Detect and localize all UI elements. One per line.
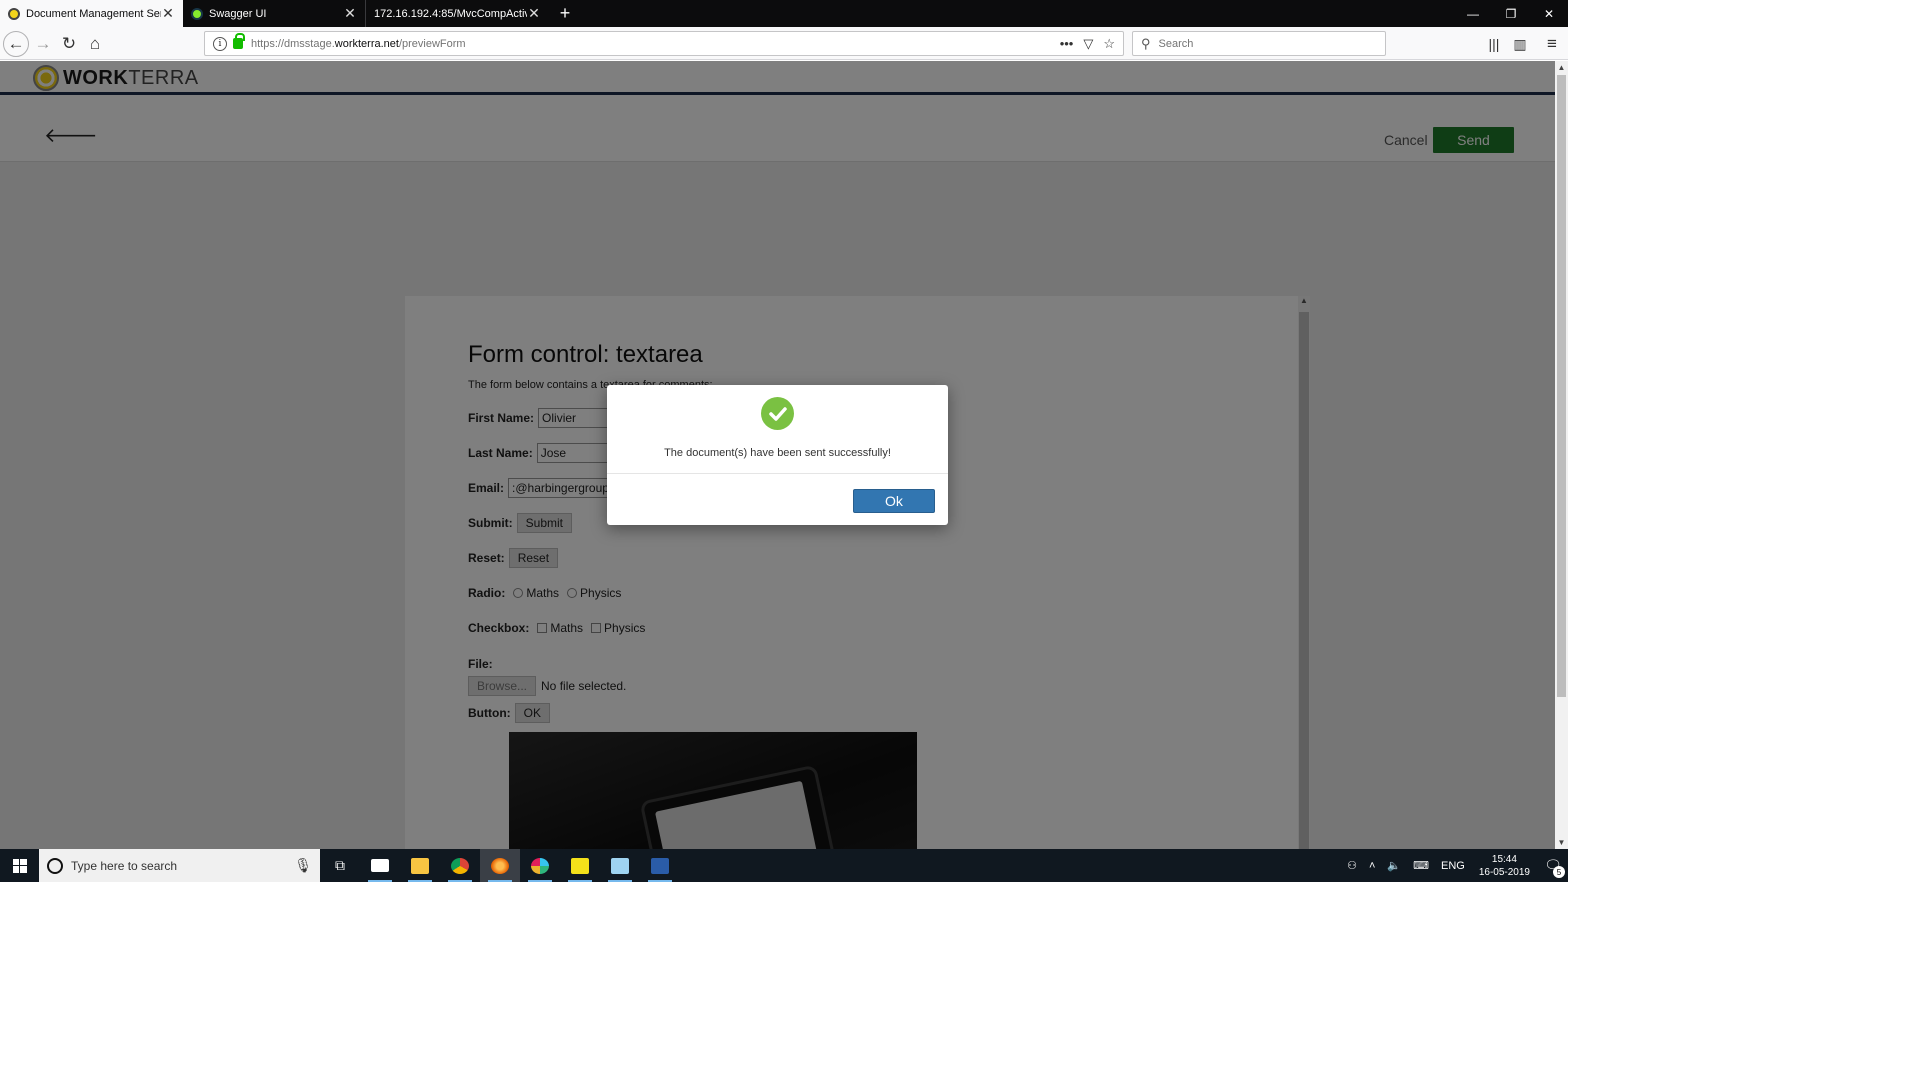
page-scrollbar[interactable]: ▲ ▼ (1555, 61, 1568, 849)
reload-icon[interactable]: ↻ (56, 31, 82, 57)
success-dialog: The document(s) have been sent successfu… (607, 385, 948, 525)
start-button[interactable] (0, 849, 39, 882)
address-bar[interactable]: i https://dmsstage.workterra.net/preview… (204, 31, 1124, 56)
chrome-icon[interactable] (440, 849, 480, 882)
url-path: /previewForm (398, 37, 466, 50)
close-tab-icon[interactable]: ✕ (343, 5, 357, 22)
close-window-button[interactable]: ✕ (1529, 0, 1569, 27)
mail-app-icon[interactable] (360, 849, 400, 882)
site-info-icon[interactable]: i (213, 36, 227, 51)
system-tray: ⚇ ˄ 🔈 ⌨ ENG 15:44 16-05-2019 🗨 5 (1341, 849, 1568, 882)
dialog-ok-button[interactable]: Ok (853, 489, 935, 513)
task-view-icon[interactable]: ⧉ (320, 849, 360, 882)
forward-icon[interactable]: → (30, 31, 56, 57)
swagger-favicon-icon (191, 7, 203, 20)
file-explorer-icon[interactable] (400, 849, 440, 882)
url-domain: workterra.net (334, 37, 399, 50)
tab-swagger-ui[interactable]: Swagger UI ✕ (183, 0, 366, 27)
navigation-toolbar: ← → ↻ ⌂ i https://dmsstage.workterra.net… (0, 27, 1568, 60)
people-icon[interactable]: ⚇ (1341, 859, 1363, 872)
tab-document-management[interactable]: Document Management Servic ✕ (0, 0, 183, 27)
bookmark-star-icon[interactable]: ☆ (1103, 36, 1115, 52)
language-indicator[interactable]: ENG (1435, 860, 1471, 872)
page-scroll-thumb[interactable] (1557, 75, 1566, 697)
notepad-app-icon[interactable] (600, 849, 640, 882)
close-tab-icon[interactable]: ✕ (527, 5, 541, 22)
taskbar-search-placeholder: Type here to search (71, 858, 178, 873)
new-tab-button[interactable]: + (555, 3, 575, 24)
workterra-favicon-icon (8, 7, 20, 20)
url-text: https://dmsstage.workterra.net/previewFo… (251, 38, 1050, 50)
restore-window-button[interactable]: ❐ (1491, 0, 1531, 27)
firefox-icon[interactable] (480, 849, 520, 882)
success-message: The document(s) have been sent successfu… (664, 447, 891, 459)
microphone-icon[interactable]: 🎙 (294, 857, 312, 874)
tab-title: 172.16.192.4:85/MvcCompActivatel (374, 7, 527, 20)
minimize-window-button[interactable]: — (1453, 0, 1493, 27)
windows-taskbar: Type here to search 🎙 ⧉ ⚇ ˄ 🔈 ⌨ ENG 15:4… (0, 849, 1568, 882)
home-icon[interactable]: ⌂ (82, 31, 108, 57)
visual-studio-icon[interactable] (640, 849, 680, 882)
keyboard-icon[interactable]: ⌨ (1407, 859, 1435, 872)
clock-date: 16-05-2019 (1478, 866, 1530, 878)
browser-tab-strip: Document Management Servic ✕ Swagger UI … (0, 0, 1568, 27)
menu-icon[interactable]: ≡ (1539, 31, 1565, 57)
slack-icon[interactable] (520, 849, 560, 882)
scroll-down-icon[interactable]: ▼ (1555, 838, 1568, 847)
pocket-icon[interactable]: ▽ (1083, 36, 1093, 52)
sticky-notes-icon[interactable] (560, 849, 600, 882)
secure-lock-icon (233, 33, 245, 49)
notification-count-badge: 5 (1553, 866, 1565, 878)
cortana-icon (47, 857, 63, 874)
action-center-icon[interactable]: 🗨 5 (1538, 849, 1568, 882)
tray-overflow-icon[interactable]: ˄ (1363, 860, 1381, 872)
library-icon[interactable]: ||| (1481, 31, 1507, 57)
sidebar-icon[interactable]: ▥ (1507, 31, 1533, 57)
search-icon: ⚲ (1141, 35, 1151, 51)
taskbar-search-box[interactable]: Type here to search 🎙 (39, 849, 320, 882)
page-actions-icon[interactable]: ••• (1060, 36, 1074, 51)
tab-title: Swagger UI (209, 7, 267, 20)
url-prefix: https://dmsstage. (251, 37, 335, 50)
volume-icon[interactable]: 🔈 (1381, 859, 1407, 872)
clock-time: 15:44 (1491, 853, 1517, 865)
dialog-divider (607, 473, 948, 474)
browser-search-bar[interactable]: ⚲ Search (1132, 31, 1386, 56)
success-check-icon (761, 397, 794, 430)
scroll-up-icon[interactable]: ▲ (1555, 63, 1568, 72)
back-icon[interactable]: ← (3, 31, 29, 57)
tab-title: Document Management Servic (26, 7, 161, 20)
windows-logo-icon (12, 858, 27, 873)
tab-mvc-comp[interactable]: 172.16.192.4:85/MvcCompActivatel ✕ (366, 0, 549, 27)
close-tab-icon[interactable]: ✕ (161, 5, 175, 22)
taskbar-clock[interactable]: 15:44 16-05-2019 (1471, 853, 1538, 879)
search-placeholder: Search (1158, 37, 1194, 50)
